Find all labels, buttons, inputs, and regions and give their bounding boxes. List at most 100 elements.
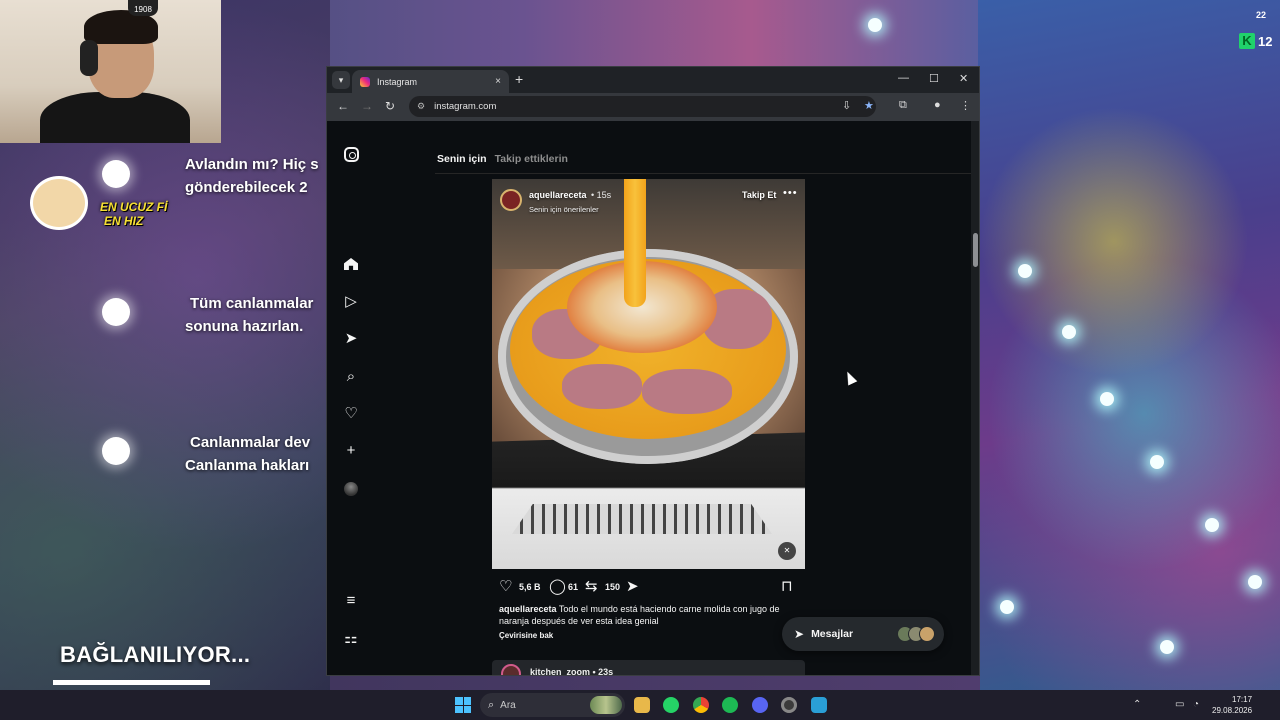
follow-button[interactable]: Takip Et	[742, 190, 776, 200]
site-info-icon[interactable]: ⚙	[417, 101, 425, 112]
menu-icon[interactable]: ≡	[341, 591, 361, 611]
home-icon[interactable]	[341, 255, 361, 275]
send-icon[interactable]: ➤	[341, 329, 361, 349]
light-dot	[1150, 455, 1164, 469]
comment-icon[interactable]: ◯	[549, 579, 566, 594]
obs-icon[interactable]	[781, 697, 797, 713]
tab-instagram[interactable]: Instagram ×	[352, 70, 509, 93]
overlay-text-line: sonuna hazırlan.	[185, 318, 304, 335]
taskbar-clock[interactable]: 17:17 29.08.2026	[1212, 694, 1252, 716]
forward-icon[interactable]: →	[361, 99, 373, 113]
light-dot	[1100, 392, 1114, 406]
threads-icon[interactable]: ⚏	[341, 629, 361, 649]
sponsor-line: EN UCUZ Fİ	[100, 200, 168, 214]
next-post-avatar[interactable]	[501, 664, 521, 675]
profile-icon[interactable]: ●	[934, 99, 941, 111]
browser-menu-icon[interactable]: ⋮	[960, 99, 971, 112]
messages-label: Mesajlar	[811, 628, 854, 640]
maximize-icon[interactable]: ☐	[929, 72, 939, 85]
video-orange-juice-pour	[624, 179, 646, 307]
search-icon[interactable]: ⌕	[341, 367, 361, 387]
like-count[interactable]: 5,6 B	[519, 582, 541, 592]
install-icon[interactable]: ⇩	[842, 96, 851, 117]
clock-date: 29.08.2026	[1212, 706, 1253, 715]
instagram-sidebar: ▷ ➤ ⌕ ♡ + ≡ ⚏	[327, 121, 377, 675]
instagram-favicon-icon	[360, 76, 370, 87]
heart-icon[interactable]: ♡	[341, 404, 361, 424]
more-options-icon[interactable]: •••	[783, 187, 798, 199]
translate-link[interactable]: Çevirisine bak	[492, 627, 805, 644]
volume-icon[interactable]: ◔	[1193, 699, 1199, 710]
video-stove-vents	[512, 504, 772, 534]
next-post-username[interactable]: kitchen_zoom • 23s	[530, 667, 613, 675]
taskbar-search[interactable]: ⌕ Ara	[480, 693, 625, 717]
repost-icon[interactable]: ⇆	[585, 579, 598, 594]
extensions-icon[interactable]: ⧉	[899, 99, 907, 112]
light-dot	[1062, 325, 1076, 339]
post-avatar[interactable]	[500, 188, 522, 211]
mute-icon[interactable]: ✕	[778, 542, 796, 560]
video-meat	[562, 364, 642, 409]
kick-icon: K	[1239, 33, 1255, 49]
like-icon[interactable]: ♡	[499, 579, 512, 594]
light-dot	[868, 18, 882, 32]
minimize-icon[interactable]: —	[898, 72, 909, 84]
plus-icon[interactable]: +	[341, 441, 361, 461]
overlay-text-line: Tüm canlanmalar	[190, 295, 314, 312]
tab-close-icon[interactable]: ×	[495, 76, 501, 87]
bookmark-icon[interactable]: ⊓	[781, 579, 793, 594]
reload-icon[interactable]: ↻	[385, 99, 395, 113]
connecting-label: BAĞLANILIYOR...	[60, 642, 251, 667]
app-icon[interactable]	[811, 697, 827, 713]
kick-badge: K 12	[1236, 32, 1275, 50]
window-close-icon[interactable]: ✕	[959, 72, 968, 85]
post-actions: ♡ 5,6 B ◯ 61 ⇆ 150 ➤ ⊓	[492, 573, 805, 603]
back-icon[interactable]: ←	[337, 99, 349, 113]
new-tab-button[interactable]: +	[515, 72, 523, 86]
tab-search-button[interactable]: ▾	[332, 71, 350, 89]
post-time: • 15s	[591, 190, 612, 200]
share-icon[interactable]: ➤	[626, 579, 639, 594]
scrollbar-thumb[interactable]	[973, 233, 978, 267]
sponsor-line: EN HIZ	[104, 214, 144, 228]
spotify-icon[interactable]	[722, 697, 738, 713]
tab-following[interactable]: Takip ettiklerin	[495, 153, 568, 165]
overlay-text-line: Canlanma hakları	[185, 457, 310, 474]
overlay-text-line: Avlandın mı? Hiç s	[185, 156, 319, 173]
clock-time: 17:17	[1232, 695, 1253, 704]
browser-window: ▾ Instagram × + — ☐ ✕ ← → ↻ ⚙ instagram.…	[326, 66, 980, 676]
sponsor-logo-text: EN UCUZ Fİ EN HIZ	[100, 200, 167, 228]
bookmark-star-icon[interactable]: ★	[864, 96, 874, 117]
search-icon: ⌕	[488, 698, 495, 711]
post-username[interactable]: aquellareceta	[529, 190, 587, 200]
overlay-bullet	[102, 298, 130, 326]
light-dot	[1248, 575, 1262, 589]
network-icon[interactable]: ▭	[1175, 699, 1184, 710]
profile-avatar[interactable]	[341, 479, 361, 499]
chrome-icon[interactable]	[693, 697, 709, 713]
reels-icon[interactable]: ▷	[341, 292, 361, 312]
messages-avatars	[897, 626, 935, 642]
url-text: instagram.com	[434, 101, 497, 112]
connecting-progress-bar	[53, 680, 210, 685]
tray-chevron-icon[interactable]: ⌃	[1133, 699, 1141, 710]
background-bottom-strip	[330, 676, 980, 690]
post-video[interactable]: aquellareceta • 15s Senin için önerilenl…	[492, 179, 805, 569]
next-post-header: kitchen_zoom • 23s	[492, 660, 805, 675]
windows-start-icon[interactable]	[455, 697, 471, 713]
messages-button[interactable]: ➤ Mesajlar	[782, 617, 944, 651]
tab-for-you[interactable]: Senin için	[437, 153, 487, 165]
file-explorer-icon[interactable]	[634, 697, 650, 713]
caption-username[interactable]: aquellareceta	[499, 604, 557, 614]
page-scrollbar[interactable]	[971, 121, 979, 675]
instagram-icon[interactable]	[341, 147, 361, 167]
discord-icon[interactable]	[752, 697, 768, 713]
avatar	[919, 626, 935, 642]
post-meta: aquellareceta • 15s Senin için önerilenl…	[529, 185, 611, 214]
whatsapp-icon[interactable]	[663, 697, 679, 713]
search-placeholder: Ara	[500, 699, 516, 711]
overlay-text-line: gönderebilecek 2	[185, 179, 308, 196]
address-bar[interactable]: ⚙ instagram.com ⇩ ★	[409, 96, 876, 117]
sponsor-logo	[30, 176, 88, 230]
overlay-bullet	[102, 160, 130, 188]
